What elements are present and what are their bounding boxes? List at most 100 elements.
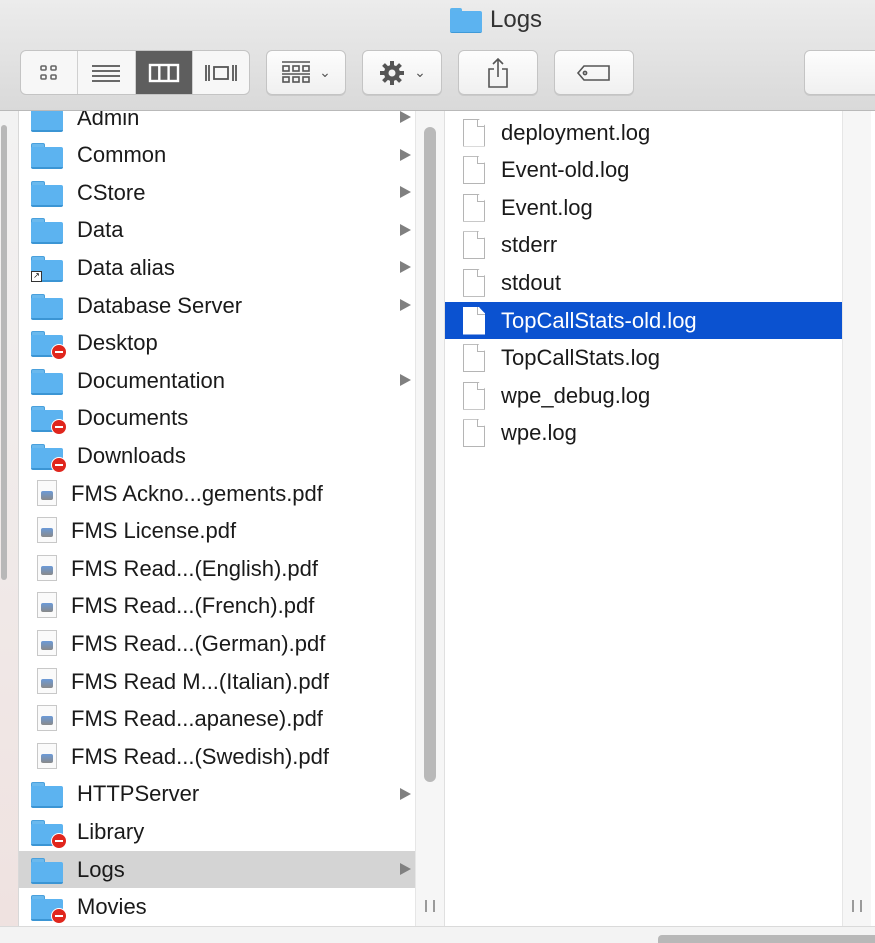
file-row[interactable]: FMS Read...apanese).pdf [19,701,415,738]
window-toolbar: Logs ⌄ ⌄ [0,0,875,111]
document-icon [463,306,487,335]
pdf-file-icon [37,554,57,583]
disclosure-arrow-icon [400,374,411,387]
folder-row[interactable]: Downloads [19,437,415,474]
folder-icon [31,780,63,809]
file-row[interactable]: FMS License.pdf [19,513,415,550]
folder-row[interactable]: Common [19,137,415,174]
file-row[interactable]: FMS Read...(English).pdf [19,550,415,587]
folder-row[interactable]: CStore [19,174,415,211]
folder-icon [31,292,63,320]
tags-button[interactable] [554,50,634,95]
item-label: FMS Ackno...gements.pdf [71,480,323,506]
folder-row[interactable]: Documentation [19,362,415,399]
file-row[interactable]: deployment.log [445,114,842,151]
document-icon [463,118,487,147]
share-icon [488,57,508,88]
folder-icon [31,856,63,884]
item-label: stdout [501,269,561,295]
disclosure-arrow-icon [400,148,411,161]
gear-icon [380,60,405,85]
item-label: TopCallStats-old.log [501,307,697,333]
document-icon [463,344,487,373]
pdf-file-icon [37,629,57,658]
icon-view-button[interactable] [21,51,79,94]
disclosure-arrow-icon [400,261,411,274]
folder-icon [31,111,63,132]
folder-row[interactable]: Movies [19,889,415,926]
arrange-button[interactable]: ⌄ [266,50,346,95]
file-row[interactable]: stdout [445,264,842,301]
item-label: CStore [77,179,146,205]
column-parent-scrollbar[interactable] [415,111,445,926]
window-title-text: Logs [490,6,543,33]
columns-icon [148,63,179,82]
pdf-file-icon [37,667,57,696]
disclosure-arrow-icon [400,111,411,123]
alias-arrow-icon: ↗ [31,270,42,282]
item-label: Documents [77,405,189,431]
column-logs: deployment.log Event-old.log Event.log stde… [445,111,842,926]
folder-row[interactable]: Admin [19,111,415,136]
file-row[interactable]: FMS Read...(Swedish).pdf [19,738,415,775]
folder-icon [31,216,63,245]
action-button[interactable]: ⌄ [362,50,442,95]
search-field[interactable] [804,50,875,95]
document-icon [463,156,487,185]
item-label: FMS Read...(French).pdf [71,593,315,619]
column-view-button[interactable] [135,51,193,94]
column-resize-handle[interactable] [425,900,435,912]
folder-row[interactable]: Desktop [19,325,415,362]
disclosure-arrow-icon [400,787,411,800]
item-label: Data alias [77,254,175,280]
no-access-badge-icon [51,832,67,849]
list-view-button[interactable] [78,51,136,94]
item-label: deployment.log [501,119,651,145]
item-label: Downloads [77,442,186,468]
item-label: Database Server [77,292,243,318]
restricted-folder-icon [31,893,67,925]
pdf-file-icon [37,705,57,733]
folder-row[interactable]: Data [19,212,415,249]
folder-row[interactable]: ↗ Data alias [19,249,415,286]
file-row[interactable]: TopCallStats-old.log [445,302,842,339]
column-resize-handle[interactable] [852,900,862,912]
file-row[interactable]: Event.log [445,189,842,226]
chevron-down-icon: ⌄ [319,64,331,80]
item-label: FMS Read M...(Italian).pdf [71,668,329,694]
folder-icon [31,141,63,170]
item-label: wpe_debug.log [501,382,651,408]
folder-icon [450,8,482,33]
file-row[interactable]: FMS Read...(German).pdf [19,625,415,662]
cover-flow-view-button[interactable] [193,51,249,94]
document-icon [463,193,487,222]
column-parent: Admin Common CStore Data ↗ Data alias Database… [19,111,415,926]
folder-row[interactable]: HTTPServer [19,776,415,813]
restricted-folder-icon [31,329,67,361]
folder-row[interactable]: Library [19,813,415,850]
item-label: Data [77,217,124,243]
file-row[interactable]: wpe_debug.log [445,377,842,414]
file-row[interactable]: FMS Read...(French).pdf [19,588,415,625]
disclosure-arrow-icon [400,299,411,311]
item-label: Library [77,818,145,844]
share-button[interactable] [458,50,538,95]
file-row[interactable]: Event-old.log [445,152,842,189]
window-title: Logs [450,6,542,34]
horizontal-scrollbar[interactable] [0,926,875,943]
previous-column-scrollbar[interactable] [1,125,7,580]
item-label: TopCallStats.log [501,345,660,371]
file-row[interactable]: FMS Read M...(Italian).pdf [19,663,415,700]
scrollbar-thumb[interactable] [424,127,436,782]
file-row[interactable]: stderr [445,227,842,264]
tag-icon [576,64,610,81]
folder-row[interactable]: Database Server [19,287,415,324]
folder-row[interactable]: Documents [19,400,415,437]
file-row[interactable]: wpe.log [445,415,842,452]
folder-row[interactable]: Logs [19,851,415,888]
list-icon [92,64,121,82]
item-label: Common [77,142,167,168]
pdf-file-icon [37,479,57,508]
file-row[interactable]: TopCallStats.log [445,340,842,377]
file-row[interactable]: FMS Ackno...gements.pdf [19,475,415,512]
